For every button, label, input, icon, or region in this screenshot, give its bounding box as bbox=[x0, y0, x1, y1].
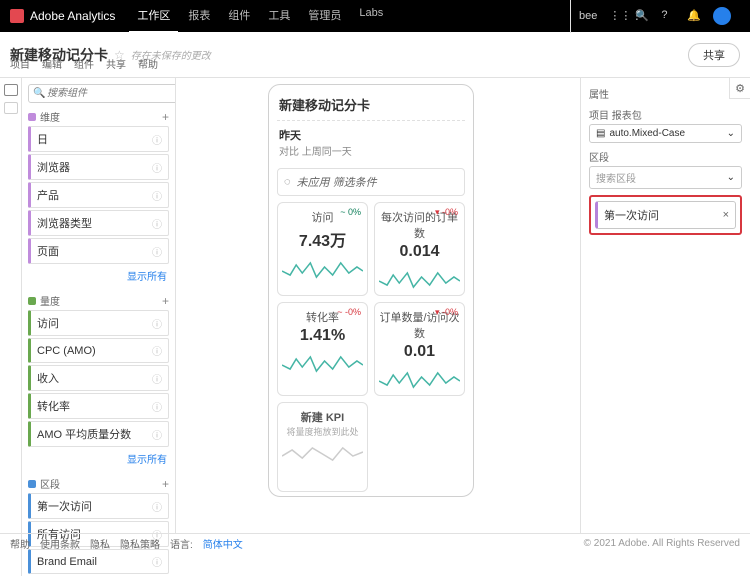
report-suite-select[interactable]: ▤auto.Mixed-Case ⌄ bbox=[589, 124, 742, 143]
component-pill[interactable]: 访问ⓘ bbox=[28, 310, 169, 336]
footer-help[interactable]: 帮助 bbox=[10, 536, 30, 551]
footer-lang-label: 语言: bbox=[170, 536, 193, 551]
applied-segment-pill[interactable]: 第一次访问 × bbox=[595, 201, 736, 229]
component-pill[interactable]: 页面ⓘ bbox=[28, 238, 169, 264]
section-head-2[interactable]: 区段+ bbox=[28, 476, 169, 491]
component-pill[interactable]: 浏览器类型ⓘ bbox=[28, 210, 169, 236]
menu-edit[interactable]: 编辑 bbox=[42, 56, 62, 71]
component-pill[interactable]: CPC (AMO)ⓘ bbox=[28, 338, 169, 363]
report-suite-label: 项目 报表包 bbox=[589, 107, 742, 122]
date-primary[interactable]: 昨天 bbox=[279, 127, 463, 143]
footer-terms[interactable]: 使用条款 bbox=[40, 536, 80, 551]
add-icon[interactable]: + bbox=[162, 294, 169, 308]
section-head-1[interactable]: 量度+ bbox=[28, 293, 169, 308]
notifications-icon[interactable]: 🔔 bbox=[687, 9, 701, 23]
kpi-card[interactable]: ~ -0%转化率1.41% bbox=[277, 302, 368, 396]
footer-language[interactable]: 简体中文 bbox=[203, 536, 243, 551]
panel-tab-icon[interactable] bbox=[4, 84, 18, 96]
menu-share[interactable]: 共享 bbox=[106, 56, 126, 71]
brand-name: Adobe Analytics bbox=[30, 9, 115, 23]
segment-icon: ◌ bbox=[284, 176, 291, 188]
settings-gear-icon[interactable]: ⚙ bbox=[729, 77, 750, 99]
properties-rail: ⚙ 属性 项目 报表包 ▤auto.Mixed-Case ⌄ 区段 搜索区段 ⌄… bbox=[580, 78, 750, 533]
help-icon[interactable]: ? bbox=[661, 9, 675, 23]
scorecard-title[interactable]: 新建移动记分卡 bbox=[277, 93, 465, 121]
avatar[interactable] bbox=[713, 7, 731, 25]
footer-privacy-policy[interactable]: 隐私策略 bbox=[120, 536, 160, 551]
show-all-link[interactable]: 显示所有 bbox=[28, 266, 169, 289]
applied-segment-highlight: 第一次访问 × bbox=[589, 195, 742, 235]
menu-help[interactable]: 帮助 bbox=[138, 56, 158, 71]
info-icon[interactable]: ⓘ bbox=[152, 316, 162, 331]
apps-icon[interactable]: ⋮⋮⋮ bbox=[609, 9, 623, 23]
left-rail: 🔍 ▼ 维度+日ⓘ浏览器ⓘ产品ⓘ浏览器类型ⓘ页面ⓘ显示所有量度+访问ⓘCPC (… bbox=[0, 78, 176, 533]
search-icon[interactable]: 🔍 bbox=[635, 9, 649, 23]
nav-labs[interactable]: Labs bbox=[351, 0, 391, 33]
menu-components[interactable]: 组件 bbox=[74, 56, 94, 71]
info-icon[interactable]: ⓘ bbox=[152, 343, 162, 358]
segment-search-select[interactable]: 搜索区段 ⌄ bbox=[589, 166, 742, 189]
info-icon[interactable]: ⓘ bbox=[152, 188, 162, 203]
viz-tab-icon[interactable] bbox=[4, 102, 18, 114]
share-button[interactable]: 共享 bbox=[688, 43, 740, 67]
rs-cylinder-icon: ▤ bbox=[596, 128, 605, 139]
component-pill[interactable]: 产品ⓘ bbox=[28, 182, 169, 208]
nav-tools[interactable]: 工具 bbox=[260, 0, 298, 33]
component-pill[interactable]: 转化率ⓘ bbox=[28, 393, 169, 419]
left-rail-tabs bbox=[0, 78, 22, 576]
component-pill[interactable]: 收入ⓘ bbox=[28, 365, 169, 391]
top-nav: 工作区 报表 组件 工具 管理员 Labs bbox=[129, 0, 391, 33]
menu-project[interactable]: 项目 bbox=[10, 56, 30, 71]
add-icon[interactable]: + bbox=[162, 110, 169, 124]
date-compare: 对比 上周同一天 bbox=[279, 143, 463, 158]
component-pill[interactable]: 日ⓘ bbox=[28, 126, 169, 152]
filter-hint: 未应用 筛选条件 bbox=[297, 174, 377, 190]
component-pill[interactable]: 第一次访问ⓘ bbox=[28, 493, 169, 519]
canvas: 新建移动记分卡 昨天 对比 上周同一天 ◌ 未应用 筛选条件 ~ 0%访问7.4… bbox=[176, 78, 580, 533]
segment-label: 区段 bbox=[589, 149, 742, 164]
kpi-card[interactable]: ▾ -0%订单数量/访问次数0.01 bbox=[374, 302, 465, 396]
footer: 帮助 使用条款 隐私 隐私策略 语言: 简体中文 © 2021 Adobe. A… bbox=[0, 533, 750, 553]
footer-privacy[interactable]: 隐私 bbox=[90, 536, 110, 551]
nav-components[interactable]: 组件 bbox=[220, 0, 258, 33]
info-icon[interactable]: ⓘ bbox=[152, 160, 162, 175]
adobe-logo-icon bbox=[10, 9, 24, 23]
info-icon[interactable]: ⓘ bbox=[152, 499, 162, 514]
kpi-card[interactable]: ▾ -0%每次访问的订单数0.014 bbox=[374, 202, 465, 296]
nav-workspace[interactable]: 工作区 bbox=[129, 0, 178, 33]
info-icon[interactable]: ⓘ bbox=[152, 371, 162, 386]
global-topbar: Adobe Analytics 工作区 报表 组件 工具 管理员 Labs be… bbox=[0, 0, 750, 32]
chevron-down-icon: ⌄ bbox=[727, 172, 735, 183]
add-icon[interactable]: + bbox=[162, 477, 169, 491]
component-pill[interactable]: 浏览器ⓘ bbox=[28, 154, 169, 180]
user-name[interactable]: bee bbox=[579, 10, 597, 22]
section-head-0[interactable]: 维度+ bbox=[28, 109, 169, 124]
info-icon[interactable]: ⓘ bbox=[152, 399, 162, 414]
info-icon[interactable]: ⓘ bbox=[152, 554, 162, 569]
nav-reports[interactable]: 报表 bbox=[180, 0, 218, 33]
chevron-down-icon: ⌄ bbox=[727, 128, 735, 139]
nav-admin[interactable]: 管理员 bbox=[300, 0, 349, 33]
info-icon[interactable]: ⓘ bbox=[152, 244, 162, 259]
search-icon: 🔍 bbox=[33, 88, 45, 99]
properties-header: 属性 bbox=[589, 86, 742, 101]
kpi-card[interactable]: ~ 0%访问7.43万 bbox=[277, 202, 368, 296]
show-all-link[interactable]: 显示所有 bbox=[28, 449, 169, 472]
info-icon[interactable]: ⓘ bbox=[152, 132, 162, 147]
filter-bar[interactable]: ◌ 未应用 筛选条件 bbox=[277, 168, 465, 196]
footer-copyright: © 2021 Adobe. All Rights Reserved bbox=[584, 538, 740, 549]
info-icon[interactable]: ⓘ bbox=[152, 427, 162, 442]
project-subbar: 新建移动记分卡 ☆ 存在未保存的更改 共享 bbox=[0, 32, 750, 78]
component-pill[interactable]: AMO 平均质量分数ⓘ bbox=[28, 421, 169, 447]
kpi-card-empty[interactable]: 新建 KPI将量度拖放到此处 bbox=[277, 402, 368, 492]
remove-segment-icon[interactable]: × bbox=[723, 209, 729, 221]
project-menu: 项目 编辑 组件 共享 帮助 bbox=[10, 56, 158, 71]
component-search-input[interactable] bbox=[28, 84, 175, 103]
info-icon[interactable]: ⓘ bbox=[152, 216, 162, 231]
scorecard-preview: 新建移动记分卡 昨天 对比 上周同一天 ◌ 未应用 筛选条件 ~ 0%访问7.4… bbox=[268, 84, 474, 497]
